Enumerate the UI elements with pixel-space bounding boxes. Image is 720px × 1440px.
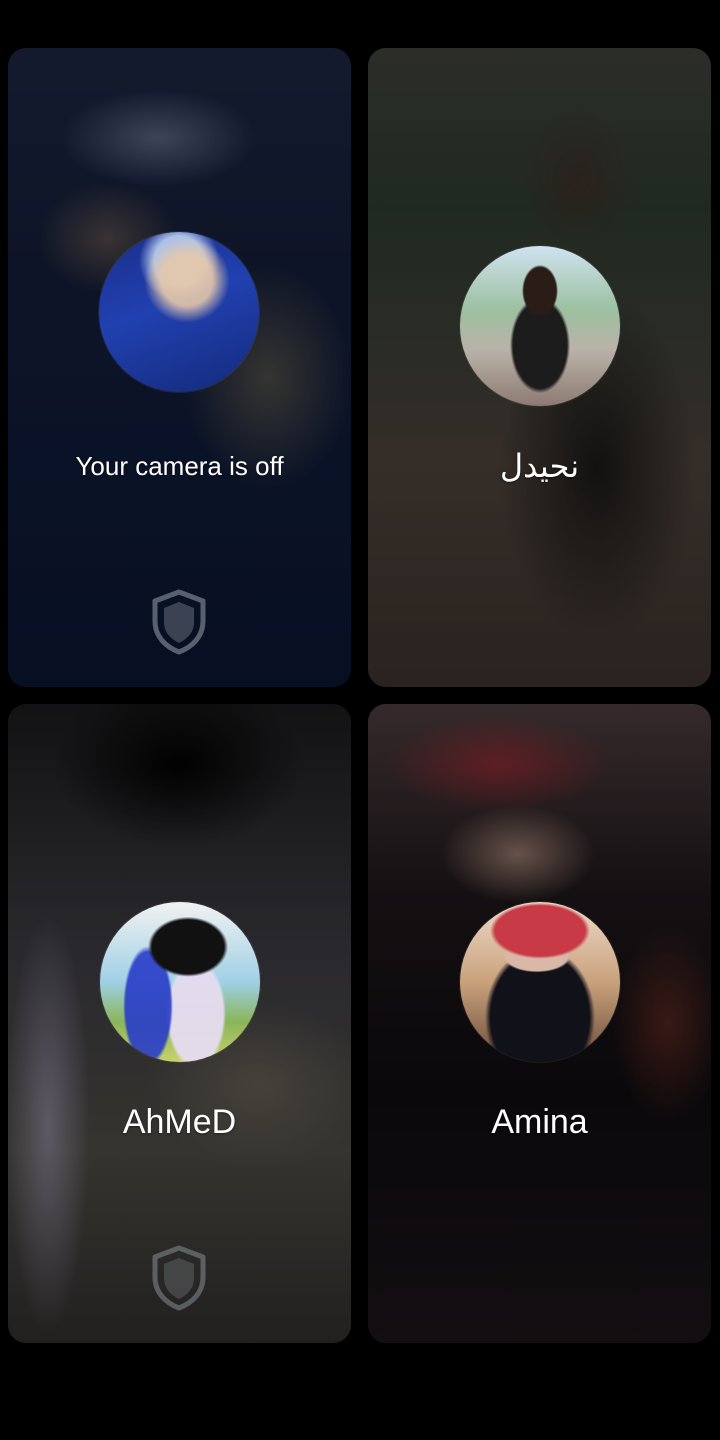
participant-avatar — [460, 902, 620, 1062]
camera-off-label: Your camera is off — [75, 451, 284, 481]
participant-name: AhMeD — [122, 1103, 237, 1141]
participant-tile[interactable]: نحيدل — [368, 48, 711, 687]
participant-tile-self[interactable]: Your camera is off — [8, 48, 351, 687]
participant-tile[interactable]: Amina — [368, 704, 711, 1343]
participant-tile[interactable]: AhMeD — [8, 704, 351, 1343]
participant-avatar — [99, 232, 259, 392]
participant-name: نحيدل — [499, 447, 580, 485]
video-call-grid: Your camera is off نحيدل AhMeD Amina — [0, 0, 720, 1440]
shield-icon — [152, 1245, 206, 1311]
participant-avatar — [100, 902, 260, 1062]
shield-icon — [152, 589, 206, 655]
participant-name: Amina — [491, 1103, 588, 1141]
participant-avatar — [460, 246, 620, 406]
